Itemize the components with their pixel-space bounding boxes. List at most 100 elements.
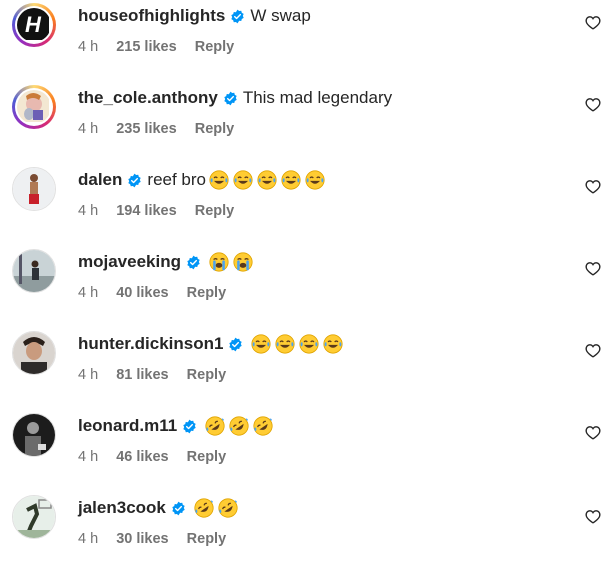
comment-meta: 4 h 81 likes Reply [78,367,226,383]
emoji-group [251,334,347,354]
heart-like-icon[interactable] [585,509,601,524]
emoji-group [194,498,242,518]
username-link[interactable]: dalen [78,170,122,190]
comment-text: reef bro [147,170,206,189]
tears-of-joy-emoji-icon [275,334,296,354]
reply-button[interactable]: Reply [187,285,227,301]
comment-header: hunter.dickinson1 [78,331,347,357]
tears-of-joy-emoji-icon [299,334,320,354]
emoji-group [205,416,277,436]
username-link[interactable]: houseofhighlights [78,6,225,26]
timestamp: 4 h [78,531,99,547]
reply-button[interactable]: Reply [187,367,227,383]
verified-badge-icon [224,91,237,105]
timestamp: 4 h [78,39,99,55]
portrait-photo-icon [13,332,55,374]
timestamp: 4 h [78,285,99,301]
loudly-crying-emoji-icon [209,252,229,272]
comment-meta: 4 h 215 likes Reply [78,39,234,55]
player-photo-icon [13,168,55,210]
comment-header: houseofhighlights W swap [78,3,311,29]
comment-item: H houseofhighlights W swap 4 h 215 likes… [0,3,615,85]
username-link[interactable]: mojaveeking [78,252,181,272]
avatar[interactable]: H [12,3,56,47]
username-link[interactable]: hunter.dickinson1 [78,334,223,354]
verified-badge-icon [231,9,245,23]
likes-count[interactable]: 30 likes [116,531,168,547]
timestamp: 4 h [78,121,99,137]
reply-button[interactable]: Reply [195,39,235,55]
avatar[interactable] [12,85,56,129]
heart-like-icon[interactable] [585,425,601,440]
verified-badge-icon [229,337,243,351]
reply-button[interactable]: Reply [195,121,235,137]
hoh-logo-icon: H [17,8,49,40]
comment-header: jalen3cook [78,495,242,521]
comment-meta: 4 h 46 likes Reply [78,449,226,465]
avatar[interactable] [12,413,56,457]
comment-meta: 4 h 194 likes Reply [78,203,234,219]
timestamp: 4 h [78,203,99,219]
court-photo-icon [13,250,55,292]
username-link[interactable]: leonard.m11 [78,416,177,436]
timestamp: 4 h [78,449,99,465]
reply-button[interactable]: Reply [187,531,227,547]
likes-count[interactable]: 215 likes [116,39,176,55]
comment-item: the_cole.anthony This mad legendary 4 h … [0,85,615,167]
comment-item: dalen reef bro 4 h 194 likes Reply [0,167,615,249]
heart-like-icon[interactable] [585,179,601,194]
tears-of-joy-emoji-icon [251,334,272,354]
comment-item: leonard.m11 4 h 46 likes Reply [0,413,615,495]
reply-button[interactable]: Reply [195,203,235,219]
verified-badge-icon [172,501,185,515]
tears-of-joy-emoji-icon [305,170,325,190]
comment-header: mojaveeking [78,249,257,275]
emoji-group [209,252,257,272]
comment-meta: 4 h 235 likes Reply [78,121,234,137]
avatar[interactable] [12,495,56,539]
verified-badge-icon [183,419,196,433]
comment-item: hunter.dickinson1 4 h 81 likes Reply [0,331,615,413]
svg-text:H: H [25,12,42,37]
tears-of-joy-emoji-icon [257,170,277,190]
avatar[interactable] [12,249,56,293]
verified-badge-icon [128,173,142,187]
tears-of-joy-emoji-icon [209,170,229,190]
timestamp: 4 h [78,367,99,383]
tears-of-joy-emoji-icon [281,170,301,190]
reply-button[interactable]: Reply [187,449,227,465]
rofl-emoji-icon [253,416,273,436]
comment-item: mojaveeking 4 h 40 likes Reply [0,249,615,331]
heart-like-icon[interactable] [585,97,601,112]
loudly-crying-emoji-icon [233,252,253,272]
rofl-emoji-icon [218,498,238,518]
rofl-emoji-icon [229,416,249,436]
comment-header: dalen reef bro [78,167,329,193]
dunk-photo-icon [13,496,55,538]
username-link[interactable]: the_cole.anthony [78,88,218,108]
comment-item: jalen3cook 4 h 30 likes Reply [0,495,615,577]
comment-text: This mad legendary [242,88,393,107]
verified-badge-icon [187,255,200,269]
likes-count[interactable]: 81 likes [116,367,168,383]
comment-header: leonard.m11 [78,413,277,439]
bw-photo-icon [13,414,55,456]
comment-header: the_cole.anthony This mad legendary [78,85,392,111]
heart-like-icon[interactable] [585,15,601,30]
cartoon-avatar-icon [17,90,49,122]
rofl-emoji-icon [194,498,214,518]
rofl-emoji-icon [205,416,225,436]
tears-of-joy-emoji-icon [233,170,253,190]
heart-like-icon[interactable] [585,261,601,276]
username-link[interactable]: jalen3cook [78,498,166,518]
avatar[interactable] [12,167,56,211]
likes-count[interactable]: 40 likes [116,285,168,301]
likes-count[interactable]: 194 likes [116,203,176,219]
heart-like-icon[interactable] [585,343,601,358]
comment-meta: 4 h 40 likes Reply [78,285,226,301]
emoji-group [209,170,329,190]
tears-of-joy-emoji-icon [323,334,344,354]
likes-count[interactable]: 46 likes [116,449,168,465]
likes-count[interactable]: 235 likes [116,121,176,137]
avatar[interactable] [12,331,56,375]
